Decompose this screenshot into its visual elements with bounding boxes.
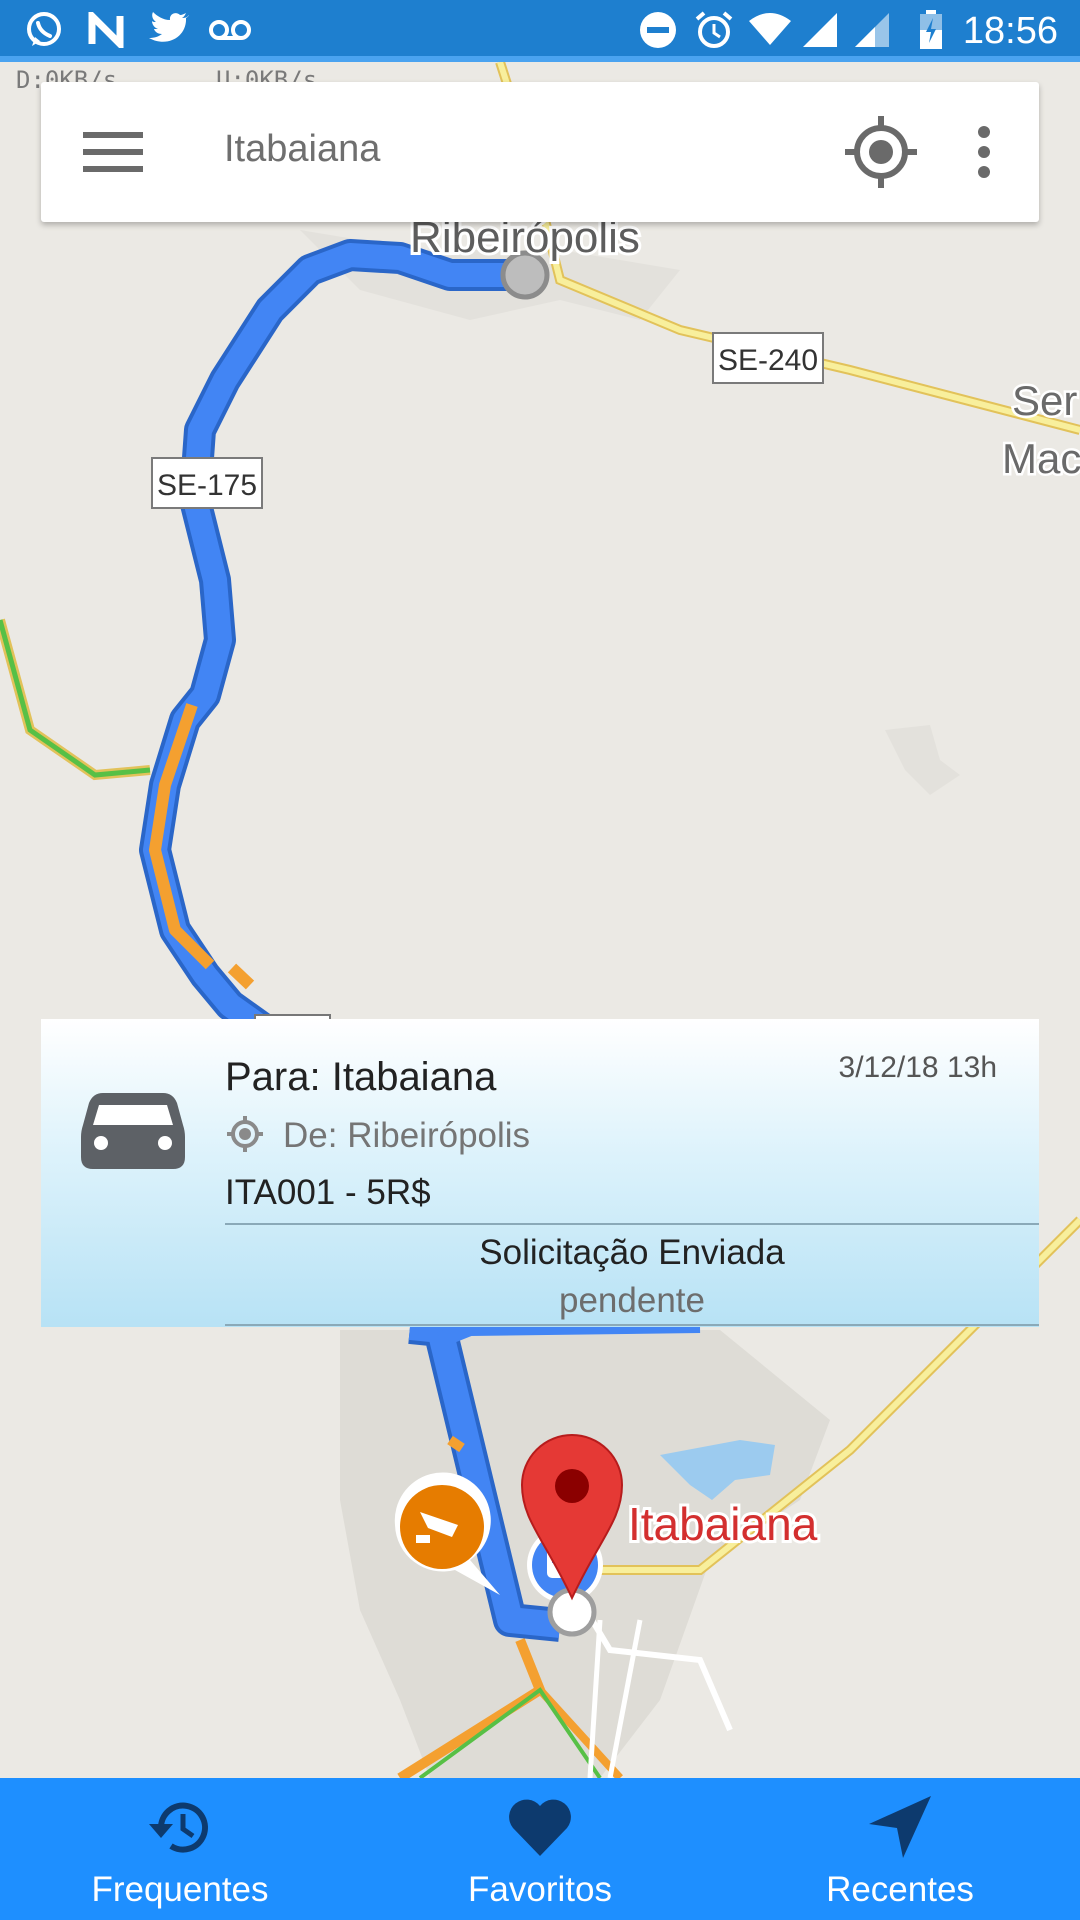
clock: 18:56 <box>962 10 1058 52</box>
more-options-icon[interactable] <box>971 122 997 182</box>
map-label-itabaiana: Itabaiana <box>628 1498 818 1550</box>
wifi-icon <box>748 10 792 50</box>
divider <box>225 1324 1039 1326</box>
nav-label: Recentes <box>826 1870 974 1909</box>
battery-charging-icon <box>916 10 946 50</box>
signal-icon <box>852 10 892 50</box>
history-icon <box>145 1794 215 1860</box>
search-input[interactable]: Itabaiana <box>224 128 380 171</box>
bottom-navigation: Frequentes Favoritos Recentes <box>0 1778 1080 1920</box>
signal-icon <box>800 10 840 50</box>
menu-icon[interactable] <box>79 124 147 180</box>
divider <box>225 1223 1039 1225</box>
my-location-icon[interactable] <box>841 112 921 192</box>
ride-status-detail: pendente <box>559 1281 705 1320</box>
road-shield-se240: SE-240 <box>712 332 824 384</box>
ride-origin-row: De: Ribeirópolis <box>225 1113 530 1159</box>
status-bar: 18:56 <box>0 0 1080 62</box>
navigation-arrow-icon <box>865 1794 935 1860</box>
ride-status: Solicitação Enviada <box>479 1233 785 1272</box>
location-target-icon <box>225 1114 265 1159</box>
twitter-icon <box>146 10 190 50</box>
alarm-icon <box>692 10 736 50</box>
whatsapp-icon <box>22 10 66 50</box>
road-shield-se175: SE-175 <box>151 457 263 509</box>
ride-origin: De: Ribeirópolis <box>283 1116 531 1155</box>
svg-text:SE-240: SE-240 <box>718 344 818 377</box>
traffic-segment <box>447 1435 465 1453</box>
nav-label: Frequentes <box>91 1870 269 1909</box>
voicemail-icon <box>208 10 252 50</box>
map-label-town-right-2: Mac <box>1002 435 1080 482</box>
map-label-town-right-1: Ser <box>1012 377 1077 424</box>
ride-destination: Para: Itabaiana <box>225 1055 497 1099</box>
ride-request-card[interactable]: Para: Itabaiana 3/12/18 13h De: Ribeiróp… <box>41 1019 1039 1327</box>
car-icon <box>81 1085 185 1177</box>
ride-code-price: ITA001 - 5R$ <box>225 1173 431 1212</box>
heart-icon <box>505 1794 575 1860</box>
svg-text:SE-175: SE-175 <box>157 469 257 502</box>
map[interactable]: Ribeirópolis SE-240 SE-175 Ser Mac Itaba… <box>0 62 1080 1778</box>
nav-item-frequentes[interactable]: Frequentes <box>0 1778 360 1920</box>
n-icon <box>86 10 126 50</box>
nav-item-favoritos[interactable]: Favoritos <box>360 1778 720 1920</box>
do-not-disturb-icon <box>638 10 678 50</box>
nav-item-recentes[interactable]: Recentes <box>720 1778 1080 1920</box>
search-bar: Itabaiana <box>41 82 1039 222</box>
ride-date: 3/12/18 13h <box>838 1051 997 1084</box>
nav-label: Favoritos <box>468 1870 612 1909</box>
